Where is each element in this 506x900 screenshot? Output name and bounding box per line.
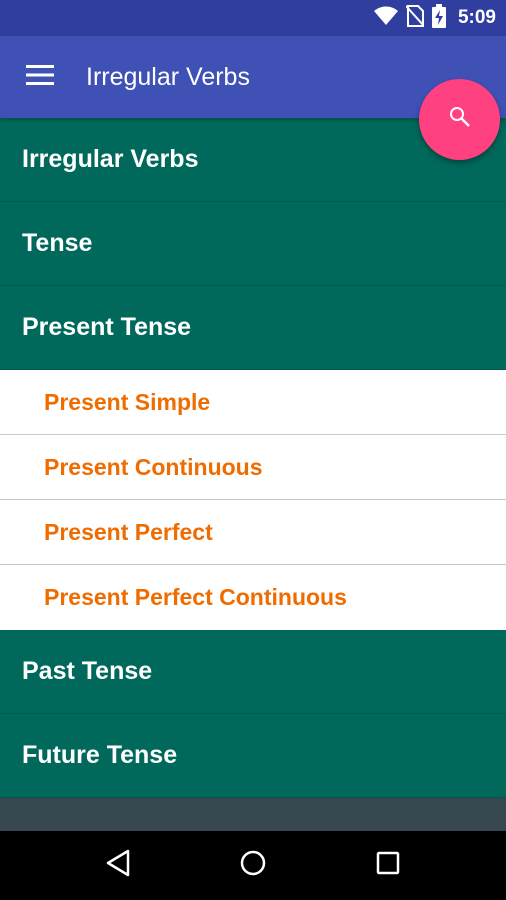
battery-charging-icon — [431, 3, 446, 33]
system-nav-bar — [0, 831, 506, 900]
app-title: Irregular Verbs — [86, 62, 250, 91]
tense-menu: Irregular Verbs Tense Present Tense Pres… — [0, 118, 506, 798]
item-present-perfect-continuous[interactable]: Present Perfect Continuous — [0, 565, 506, 630]
search-fab[interactable] — [419, 79, 500, 160]
status-bar: 5:09 — [0, 0, 506, 36]
recents-icon — [376, 851, 400, 880]
section-tense[interactable]: Tense — [0, 202, 506, 286]
item-present-perfect[interactable]: Present Perfect — [0, 500, 506, 565]
wifi-icon — [373, 6, 398, 31]
home-icon — [239, 849, 267, 882]
no-sim-icon — [405, 4, 425, 32]
back-button[interactable] — [98, 846, 138, 886]
present-tense-submenu: Present Simple Present Continuous Presen… — [0, 370, 506, 630]
recents-button[interactable] — [368, 846, 408, 886]
search-icon — [448, 105, 472, 134]
section-present-tense[interactable]: Present Tense — [0, 286, 506, 370]
back-icon — [105, 849, 131, 882]
menu-button[interactable] — [0, 36, 80, 118]
section-past-tense[interactable]: Past Tense — [0, 630, 506, 714]
section-future-tense[interactable]: Future Tense — [0, 714, 506, 798]
item-present-continuous[interactable]: Present Continuous — [0, 435, 506, 500]
item-present-simple[interactable]: Present Simple — [0, 370, 506, 435]
status-time: 5:09 — [457, 7, 496, 28]
status-icons: 5:09 — [373, 3, 496, 33]
home-button[interactable] — [233, 846, 273, 886]
hamburger-icon — [26, 64, 54, 90]
